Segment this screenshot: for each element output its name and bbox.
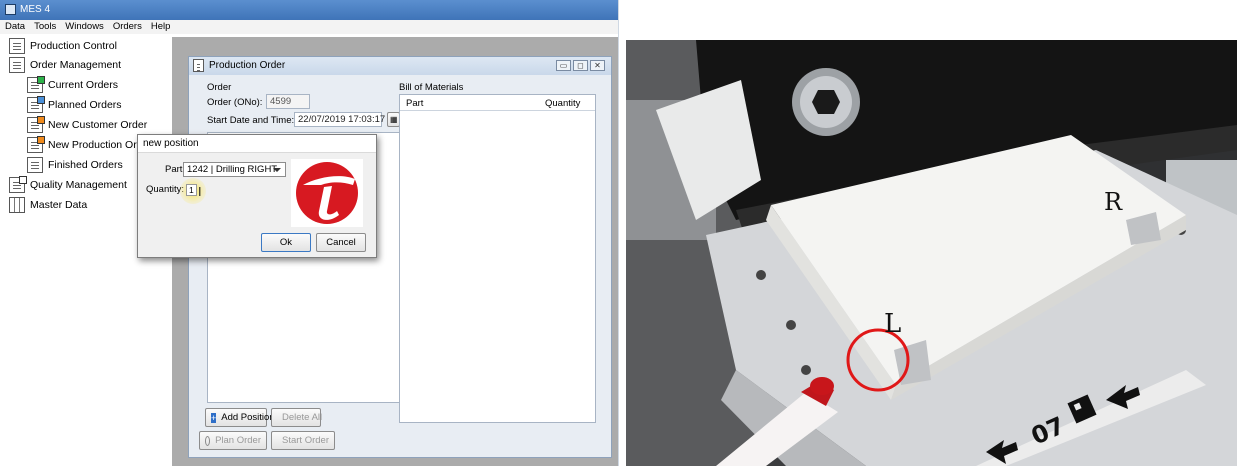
tree-item-new-customer-order[interactable]: New Customer Order — [27, 116, 147, 134]
new-position-dialog: new position Part: 1242 | Drilling RIGHT… — [137, 134, 377, 258]
menu-bar: Data Tools Windows Orders Help — [0, 20, 618, 34]
menu-help[interactable]: Help — [146, 20, 175, 32]
bom-title: Bill of Materials — [399, 82, 464, 93]
tree-label: New Customer Order — [48, 119, 148, 131]
new-production-order-icon — [27, 136, 45, 153]
current-orders-icon — [27, 76, 45, 93]
cancel-button[interactable]: Cancel — [316, 233, 366, 252]
bom-column-quantity[interactable]: Quantity — [545, 98, 580, 109]
quantity-label: Quantity: — [146, 184, 185, 195]
text-cursor-icon: I — [198, 185, 202, 199]
bom-column-part[interactable]: Part — [406, 98, 423, 109]
app-title: MES 4 — [20, 4, 51, 15]
tree-item-quality-management[interactable]: Quality Management — [9, 176, 127, 194]
close-button[interactable]: ✕ — [590, 60, 605, 71]
workpiece-photo-illustration: R L 07 — [626, 40, 1237, 466]
bom-header-row: Part Quantity — [400, 95, 595, 111]
tree-item-production-control[interactable]: Production Control — [9, 37, 117, 55]
plus-icon: + — [211, 412, 217, 423]
tree-label: Master Data — [30, 199, 88, 211]
grid-icon — [9, 197, 25, 213]
plan-order-button[interactable]: Plan Order — [199, 431, 267, 450]
part-dropdown[interactable]: 1242 | Drilling RIGHT — [183, 162, 286, 177]
start-date-field[interactable]: 22/07/2019 17:03:17 — [294, 112, 385, 127]
maximize-button[interactable]: ◻ — [573, 60, 588, 71]
order-number-label: Order (ONo): — [207, 97, 263, 108]
mes-application-window: MES 4 Data Tools Windows Orders Help Product… — [0, 0, 619, 466]
tree-item-current-orders[interactable]: Current Orders — [27, 76, 118, 94]
tree-item-order-management[interactable]: Order Management — [9, 56, 121, 74]
label-r: R — [1104, 188, 1123, 216]
quality-icon — [9, 176, 27, 193]
add-position-button[interactable]: + Add Position — [205, 408, 275, 427]
tree-item-new-production-order[interactable]: New Production Order — [27, 136, 152, 154]
app-icon — [5, 4, 16, 15]
red-circle-logo — [291, 159, 363, 227]
menu-tools[interactable]: Tools — [29, 20, 60, 32]
order-number-field: 4599 — [266, 94, 310, 109]
tree-item-master-data[interactable]: Master Data — [9, 196, 87, 214]
tree-label: Order Management — [30, 59, 122, 71]
chevron-down-icon — [273, 168, 281, 172]
clock-icon — [205, 435, 211, 446]
minimize-button[interactable]: ▭ — [556, 60, 571, 71]
ok-button[interactable]: Ok — [261, 233, 311, 252]
production-order-title-bar: Production Order ▭ ◻ ✕ — [189, 57, 611, 75]
tree-item-planned-orders[interactable]: Planned Orders — [27, 96, 122, 114]
start-order-button[interactable]: Start Order — [271, 431, 335, 450]
tree-label: Current Orders — [48, 79, 119, 91]
quantity-input[interactable]: 1 — [186, 184, 197, 196]
document-icon — [27, 157, 43, 173]
menu-orders[interactable]: Orders — [108, 20, 146, 32]
document-icon — [9, 57, 25, 73]
bom-table[interactable]: Part Quantity — [399, 94, 596, 423]
tree-label: Finished Orders — [48, 159, 123, 171]
tree-label: Production Control — [30, 40, 117, 52]
new-customer-order-icon — [27, 116, 45, 133]
tree-label: Planned Orders — [48, 99, 122, 111]
title-bar: MES 4 — [0, 0, 618, 20]
delete-all-button[interactable]: Delete All — [271, 408, 322, 427]
planned-orders-icon — [27, 96, 45, 113]
menu-windows[interactable]: Windows — [60, 20, 108, 32]
document-icon — [9, 38, 25, 54]
workpiece-photo: R L 07 — [626, 40, 1237, 466]
start-date-label: Start Date and Time: — [207, 115, 295, 126]
order-section-label: Order — [207, 82, 232, 93]
dialog-title: new position — [138, 135, 376, 153]
document-icon — [193, 59, 204, 72]
window-title: Production Order — [209, 60, 286, 71]
tree-label: Quality Management — [30, 179, 127, 191]
label-l: L — [884, 309, 901, 339]
tree-item-finished-orders[interactable]: Finished Orders — [27, 156, 123, 174]
menu-data[interactable]: Data — [0, 20, 29, 32]
